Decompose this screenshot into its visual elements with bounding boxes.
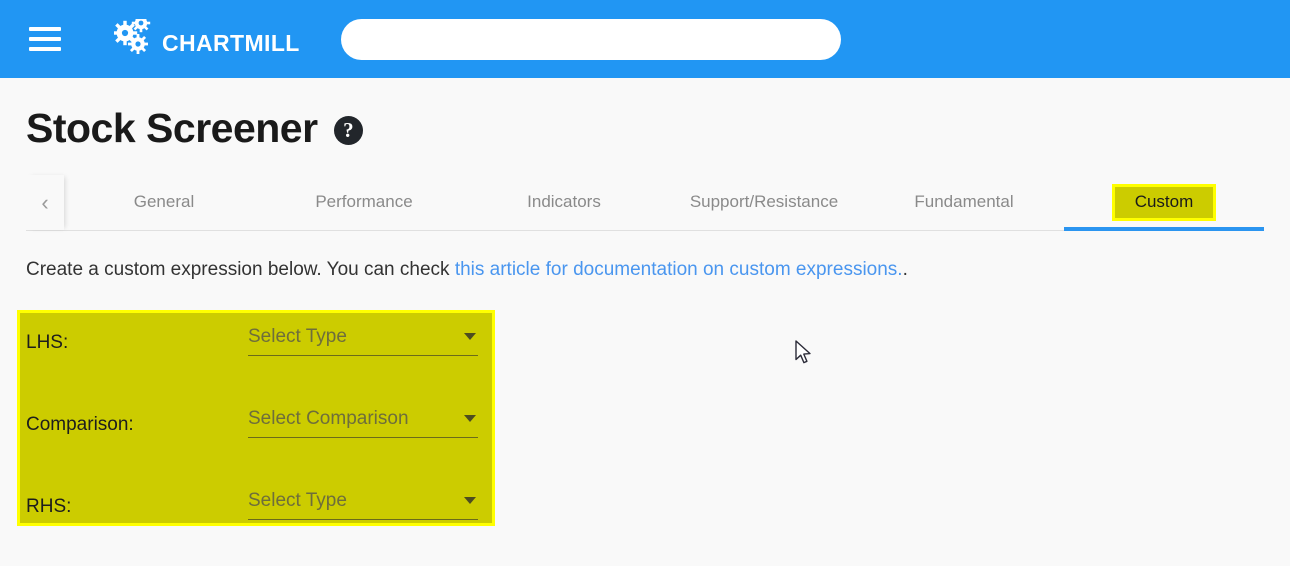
form-row-comparison: Comparison: Select Comparison: [26, 402, 1264, 484]
rhs-type-value: Select Type: [248, 489, 347, 511]
tab-label: General: [133, 192, 195, 212]
global-search: [340, 18, 841, 60]
chevron-down-icon: [464, 332, 476, 340]
lhs-label: LHS:: [26, 331, 69, 353]
form-rows: LHS: Select Type Comparison: Select Comp…: [26, 310, 1264, 566]
hamburger-bar: [29, 47, 61, 51]
search-input[interactable]: [340, 18, 841, 60]
hamburger-bar: [29, 37, 61, 41]
hamburger-icon[interactable]: [26, 24, 64, 54]
description-text: Create a custom expression below. You ca…: [26, 258, 1264, 283]
custom-expression-form: LHS: Select Type Comparison: Select Comp…: [17, 309, 1264, 566]
app-header: ChartMill: [0, 0, 1290, 78]
tab-performance[interactable]: Performance: [264, 175, 464, 230]
comparison-select[interactable]: Select Comparison: [248, 402, 478, 438]
rhs-type-select[interactable]: Select Type: [248, 484, 478, 520]
tab-label: Custom: [1111, 184, 1217, 221]
tab-support-resistance[interactable]: Support/Resistance: [664, 175, 864, 230]
documentation-link[interactable]: this article for documentation on custom…: [455, 259, 903, 280]
rhs-label: RHS:: [26, 495, 72, 517]
tab-fundamental[interactable]: Fundamental: [864, 175, 1064, 230]
tab-list: General Performance Indicators Support/R…: [64, 175, 1264, 231]
form-row-lhs: LHS: Select Type: [26, 320, 1264, 402]
chevron-left-icon[interactable]: ‹: [26, 175, 64, 230]
screener-tabbar: ‹ General Performance Indicators Support…: [26, 175, 1264, 231]
page-title: Stock Screener ?: [26, 78, 1264, 149]
tab-label: Support/Resistance: [689, 192, 839, 212]
tab-indicators[interactable]: Indicators: [464, 175, 664, 230]
description-suffix: .: [902, 259, 908, 280]
gears-icon: [112, 13, 156, 59]
page-title-text: Stock Screener: [26, 105, 318, 151]
tab-label: Indicators: [527, 192, 601, 212]
lhs-type-select[interactable]: Select Type: [248, 320, 478, 356]
hamburger-bar: [29, 27, 61, 31]
tab-label: Fundamental: [914, 192, 1014, 212]
comparison-value: Select Comparison: [248, 407, 409, 429]
page-content: Stock Screener ? ‹ General Performance I…: [0, 78, 1290, 566]
brand-name: ChartMill: [162, 20, 300, 58]
chevron-down-icon: [464, 496, 476, 504]
question-mark-icon[interactable]: ?: [333, 116, 363, 145]
form-row-rhs: RHS: Select Type: [26, 484, 1264, 566]
comparison-label: Comparison:: [26, 413, 134, 435]
tab-label: Performance: [315, 192, 413, 212]
brand-logo[interactable]: ChartMill: [112, 13, 300, 59]
description-prefix: Create a custom expression below. You ca…: [26, 259, 455, 280]
chevron-down-icon: [464, 414, 476, 422]
tab-general[interactable]: General: [64, 175, 264, 230]
tab-custom[interactable]: Custom: [1064, 175, 1264, 231]
lhs-type-value: Select Type: [248, 325, 347, 347]
